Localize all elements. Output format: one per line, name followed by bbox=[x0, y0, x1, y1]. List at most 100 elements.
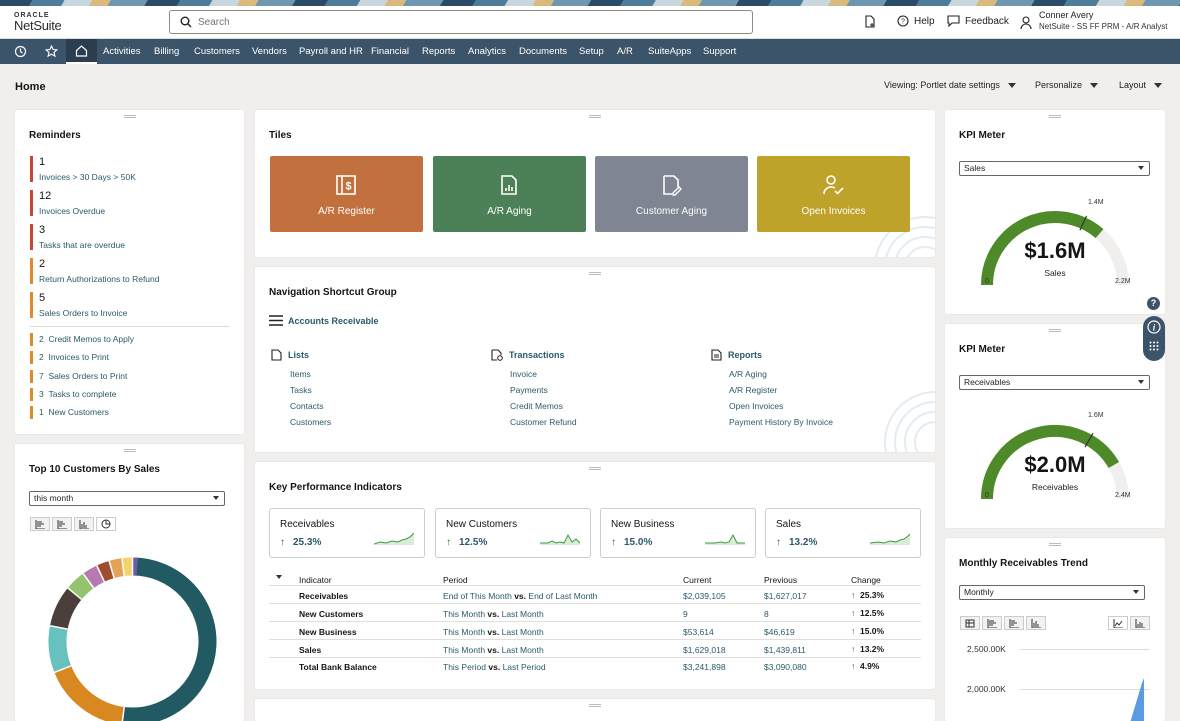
frequency-select[interactable]: Monthly bbox=[959, 585, 1145, 600]
drag-handle[interactable] bbox=[123, 449, 136, 452]
shortcut-link-customers[interactable]: Customers bbox=[290, 417, 331, 427]
chart-column-button[interactable] bbox=[1026, 616, 1046, 630]
nav-billing[interactable]: Billing bbox=[154, 46, 179, 57]
drag-handle[interactable] bbox=[589, 704, 601, 707]
current-value[interactable]: $1,629,018 bbox=[683, 645, 726, 655]
drag-handle[interactable] bbox=[1049, 115, 1061, 118]
favorites-button[interactable] bbox=[36, 39, 67, 64]
current-value[interactable]: 9 bbox=[683, 609, 688, 619]
period-link[interactable]: Last Period bbox=[503, 662, 546, 672]
nav-customers[interactable]: Customers bbox=[194, 46, 240, 57]
period-link[interactable]: End of Last Month bbox=[528, 591, 597, 601]
reminder-credit-memos[interactable]: 2 Credit Memos to Apply bbox=[30, 333, 134, 346]
donut-slice[interactable] bbox=[54, 665, 125, 721]
info-icon[interactable]: i bbox=[1147, 320, 1161, 334]
period-link[interactable]: Last Month bbox=[502, 645, 544, 655]
chart-line-button[interactable] bbox=[1108, 616, 1128, 630]
previous-value[interactable]: $1,439,811 bbox=[764, 645, 806, 655]
chart-column-button[interactable] bbox=[74, 517, 94, 531]
kpi-select[interactable]: Sales bbox=[959, 161, 1150, 176]
nav-support[interactable]: Support bbox=[703, 46, 736, 57]
kpi-card-new-business[interactable]: New Business ↑ 15.0% bbox=[600, 508, 756, 558]
reminder-invoices-30-days[interactable]: 1 Invoices > 30 Days > 50K bbox=[30, 156, 230, 182]
period-link[interactable]: This Month bbox=[443, 627, 485, 637]
donut-slice[interactable] bbox=[48, 625, 72, 673]
previous-value[interactable]: 8 bbox=[764, 609, 769, 619]
layout-button[interactable]: Layout bbox=[1119, 80, 1163, 90]
chart-pie-button[interactable] bbox=[96, 517, 116, 531]
chart-combo-button[interactable] bbox=[1130, 616, 1150, 630]
shortcut-link-contacts[interactable]: Contacts bbox=[290, 401, 324, 411]
drag-handle[interactable] bbox=[123, 115, 136, 118]
nav-reports[interactable]: Reports bbox=[422, 46, 455, 57]
shortcut-group-header[interactable]: Accounts Receivable bbox=[269, 315, 379, 326]
kpi-select[interactable]: Receivables bbox=[959, 375, 1150, 390]
previous-value[interactable]: $46,619 bbox=[764, 627, 795, 637]
nav-vendors[interactable]: Vendors bbox=[252, 46, 287, 57]
global-search[interactable] bbox=[169, 10, 753, 34]
shortcut-link-open-invoices[interactable]: Open Invoices bbox=[729, 401, 783, 411]
donut-slice[interactable] bbox=[49, 587, 82, 630]
apps-grid-icon[interactable] bbox=[1149, 341, 1159, 351]
user-menu[interactable]: Conner Avery NetSuite - SS FF PRM - A/R … bbox=[1020, 10, 1167, 31]
nav-activities[interactable]: Activities bbox=[103, 46, 140, 57]
nav-payroll-hr[interactable]: Payroll and HR bbox=[299, 46, 363, 57]
period-link[interactable]: This Month bbox=[443, 645, 485, 655]
shortcut-link-ar-register[interactable]: A/R Register bbox=[729, 385, 777, 395]
shortcut-link-ar-aging[interactable]: A/R Aging bbox=[729, 369, 767, 379]
reminder-invoices-overdue[interactable]: 12 Invoices Overdue bbox=[30, 190, 230, 216]
reminder-tasks-complete[interactable]: 3 Tasks to complete bbox=[30, 388, 117, 401]
shortcut-link-payments[interactable]: Payments bbox=[510, 385, 548, 395]
drag-handle[interactable] bbox=[1049, 543, 1061, 546]
nav-documents[interactable]: Documents bbox=[519, 46, 567, 57]
reminder-tasks-overdue[interactable]: 3 Tasks that are overdue bbox=[30, 224, 230, 250]
period-select[interactable]: this month bbox=[29, 491, 225, 506]
nav-ar[interactable]: A/R bbox=[617, 46, 633, 57]
reminder-return-authorizations[interactable]: 2 Return Authorizations to Refund bbox=[30, 258, 230, 284]
help-button[interactable]: ? Help bbox=[897, 15, 935, 27]
recent-records-button[interactable] bbox=[5, 39, 36, 64]
create-new-button[interactable] bbox=[864, 15, 876, 28]
current-value[interactable]: $2,039,105 bbox=[683, 591, 726, 601]
reminder-new-customers[interactable]: 1 New Customers bbox=[30, 406, 109, 419]
donut-slice[interactable] bbox=[121, 557, 133, 577]
nav-financial[interactable]: Financial bbox=[371, 46, 409, 57]
period-link[interactable]: This Month bbox=[443, 609, 485, 619]
shortcut-link-customer-refund[interactable]: Customer Refund bbox=[510, 417, 577, 427]
shortcut-link-credit-memos[interactable]: Credit Memos bbox=[510, 401, 563, 411]
tile-open-invoices[interactable]: Open Invoices bbox=[757, 156, 910, 232]
tile-ar-aging[interactable]: A/R Aging bbox=[433, 156, 586, 232]
period-link[interactable]: End of This Month bbox=[443, 591, 512, 601]
nav-suiteapps[interactable]: SuiteApps bbox=[648, 46, 691, 57]
shortcut-link-tasks[interactable]: Tasks bbox=[290, 385, 312, 395]
search-input[interactable] bbox=[198, 14, 738, 30]
donut-slice[interactable] bbox=[122, 557, 217, 721]
help-floating-button[interactable]: ? bbox=[1147, 297, 1160, 310]
current-value[interactable]: $53,614 bbox=[683, 627, 714, 637]
previous-value[interactable]: $1,627,017 bbox=[764, 591, 807, 601]
tile-customer-aging[interactable]: Customer Aging bbox=[595, 156, 748, 232]
kpi-card-receivables[interactable]: Receivables ↑ 25.3% bbox=[269, 508, 425, 558]
feedback-button[interactable]: Feedback bbox=[947, 15, 1009, 27]
chart-bar-horizontal-button[interactable] bbox=[30, 517, 50, 531]
current-value[interactable]: $3,241,898 bbox=[683, 662, 726, 672]
donut-slice[interactable] bbox=[109, 558, 125, 579]
previous-value[interactable]: $3,090,080 bbox=[764, 662, 807, 672]
shortcut-link-items[interactable]: Items bbox=[290, 369, 311, 379]
donut-slice[interactable] bbox=[67, 573, 94, 600]
viewing-date-settings[interactable]: Viewing: Portlet date settings bbox=[884, 80, 1016, 90]
drag-handle[interactable] bbox=[589, 115, 601, 118]
home-button[interactable] bbox=[66, 39, 97, 64]
shortcut-link-payment-history[interactable]: Payment History By Invoice bbox=[729, 417, 833, 427]
netsuite-logo[interactable]: ORACLE NetSuite bbox=[14, 12, 74, 32]
drag-handle[interactable] bbox=[1049, 329, 1061, 332]
tile-ar-register[interactable]: $ A/R Register bbox=[270, 156, 423, 232]
chart-bar-horizontal-button[interactable] bbox=[982, 616, 1002, 630]
nav-analytics[interactable]: Analytics bbox=[468, 46, 506, 57]
drag-handle[interactable] bbox=[589, 272, 601, 275]
period-link[interactable]: Last Month bbox=[502, 609, 544, 619]
reminder-invoices-print[interactable]: 2 Invoices to Print bbox=[30, 351, 109, 364]
collapse-toggle-icon[interactable] bbox=[276, 575, 282, 579]
donut-slice[interactable] bbox=[96, 560, 115, 582]
reminder-sales-orders-print[interactable]: 7 Sales Orders to Print bbox=[30, 370, 127, 383]
